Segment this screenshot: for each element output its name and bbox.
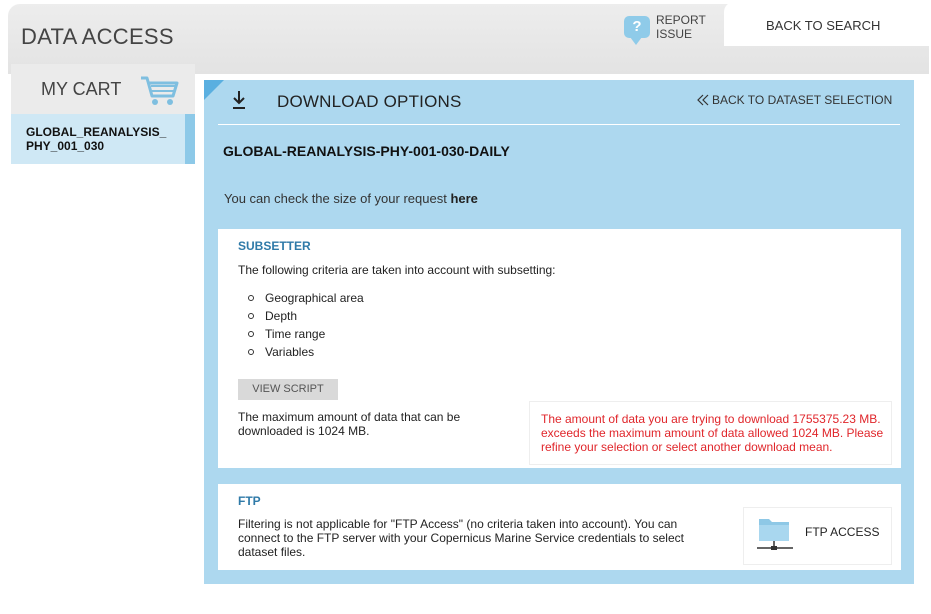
cart-header: MY CART [11,64,195,114]
bullet-icon [248,313,254,319]
error-message: The amount of data you are trying to dow… [541,412,884,454]
divider [218,124,900,125]
cart-title: MY CART [41,79,122,99]
criteria-list: Geographical area Depth Time range Varia… [248,289,364,361]
shopping-cart-icon [141,76,179,105]
criteria-label: Depth [265,309,298,323]
bullet-icon [248,331,254,337]
back-to-search-link[interactable]: BACK TO SEARCH [766,18,880,33]
report-issue-button[interactable]: ? REPORT ISSUE [624,13,716,45]
list-item: Depth [248,307,364,325]
bullet-icon [248,349,254,355]
criteria-label: Time range [265,327,326,341]
ftp-title: FTP [238,494,261,508]
size-check-line: You can check the size of your request h… [224,191,478,206]
view-script-button[interactable]: VIEW SCRIPT [238,379,338,400]
dataset-name: GLOBAL-REANALYSIS-PHY-001-030-DAILY [223,143,510,159]
bullet-icon [248,295,254,301]
back-to-dataset-label: BACK TO DATASET SELECTION [712,93,893,107]
cart-item[interactable]: GLOBAL_REANALYSIS_ PHY_001_030 [11,114,195,164]
list-item: Variables [248,343,364,361]
double-chevron-left-icon [697,94,709,106]
download-icon [233,91,245,109]
max-data-info: The maximum amount of data that can be d… [238,410,461,438]
ftp-description: Filtering is not applicable for "FTP Acc… [238,517,684,559]
criteria-label: Variables [265,345,315,359]
size-check-link[interactable]: here [450,191,477,206]
cart-item-label: GLOBAL_REANALYSIS_ PHY_001_030 [26,125,167,153]
panel-corner-fold [204,80,224,100]
network-folder-icon [757,519,793,550]
back-to-dataset-link[interactable]: BACK TO DATASET SELECTION [696,93,892,107]
ftp-access-button[interactable]: FTP ACCESS [743,507,892,565]
subsetter-intro: The following criteria are taken into ac… [238,263,556,277]
criteria-label: Geographical area [265,291,364,305]
error-message-box: The amount of data you are trying to dow… [529,401,892,465]
subsetter-title: SUBSETTER [238,239,311,253]
download-options-title: DOWNLOAD OPTIONS [277,92,462,111]
question-bubble-icon: ? [624,16,650,45]
list-item: Geographical area [248,289,364,307]
size-check-text: You can check the size of your request [224,191,447,206]
report-issue-label: REPORT ISSUE [656,13,706,41]
ftp-access-label: FTP ACCESS [805,525,880,539]
list-item: Time range [248,325,364,343]
page-title: DATA ACCESS [21,24,174,49]
